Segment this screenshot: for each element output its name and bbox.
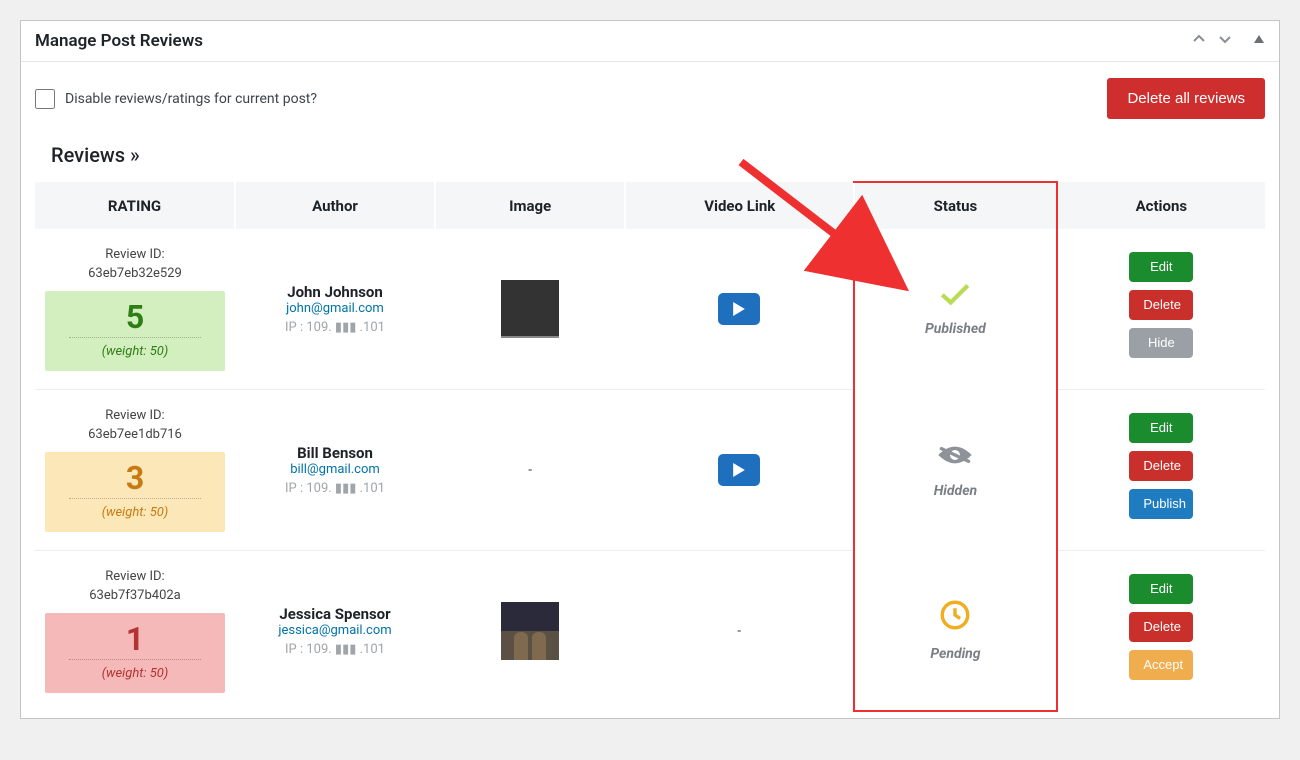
video-cell <box>625 229 854 390</box>
rating-weight: (weight: 50) <box>45 666 225 681</box>
review-id-value: 63eb7f37b402a <box>43 588 227 603</box>
status-cell: Pending <box>854 551 1057 712</box>
image-cell <box>435 229 625 390</box>
rating-weight: (weight: 50) <box>45 344 225 359</box>
panel-body: Disable reviews/ratings for current post… <box>21 62 1279 718</box>
rating-box: 1 (weight: 50) <box>45 613 225 693</box>
edit-button[interactable]: Edit <box>1129 574 1193 604</box>
rating-score: 3 <box>45 462 225 494</box>
col-status: Status <box>854 182 1057 229</box>
triangle-up-icon[interactable] <box>1253 33 1265 49</box>
video-play-button[interactable] <box>718 454 760 486</box>
delete-button[interactable]: Delete <box>1129 612 1193 642</box>
disable-reviews-checkbox-row[interactable]: Disable reviews/ratings for current post… <box>35 89 317 109</box>
edit-button[interactable]: Edit <box>1129 252 1193 282</box>
status-cell: Published <box>854 229 1057 390</box>
disable-reviews-label: Disable reviews/ratings for current post… <box>65 91 317 107</box>
hide-button[interactable]: Hide <box>1129 328 1193 358</box>
author-email[interactable]: john@gmail.com <box>243 301 427 316</box>
rating-box: 5 (weight: 50) <box>45 291 225 371</box>
author-ip: IP : 109. ▮▮▮ .101 <box>243 320 427 335</box>
reviews-heading: Reviews » <box>51 143 1265 167</box>
rating-weight: (weight: 50) <box>45 505 225 520</box>
delete-button[interactable]: Delete <box>1129 290 1193 320</box>
rating-score: 1 <box>45 623 225 655</box>
review-id-label: Review ID: <box>43 569 227 584</box>
rating-score: 5 <box>45 301 225 333</box>
author-name: Jessica Spensor <box>243 605 427 623</box>
delete-all-reviews-button[interactable]: Delete all reviews <box>1107 78 1265 119</box>
author-ip: IP : 109. ▮▮▮ .101 <box>243 642 427 657</box>
image-cell <box>435 551 625 712</box>
accept-button[interactable]: Accept <box>1129 650 1193 680</box>
status-icon <box>938 598 972 636</box>
col-actions: Actions <box>1057 182 1265 229</box>
author-ip: IP : 109. ▮▮▮ .101 <box>243 481 427 496</box>
review-id-label: Review ID: <box>43 408 227 423</box>
video-play-button[interactable] <box>718 293 760 325</box>
review-id-label: Review ID: <box>43 247 227 262</box>
status-cell: Hidden <box>854 390 1057 551</box>
rating-box: 3 (weight: 50) <box>45 452 225 532</box>
status-label: Pending <box>930 646 980 662</box>
author-name: John Johnson <box>243 283 427 301</box>
panel-title: Manage Post Reviews <box>35 31 203 51</box>
col-rating: RATING <box>35 182 235 229</box>
delete-button[interactable]: Delete <box>1129 451 1193 481</box>
author-email[interactable]: bill@gmail.com <box>243 462 427 477</box>
review-image-thumb[interactable] <box>501 280 559 338</box>
review-id-value: 63eb7ee1db716 <box>43 427 227 442</box>
chevron-down-icon[interactable] <box>1217 31 1233 51</box>
edit-button[interactable]: Edit <box>1129 413 1193 443</box>
video-cell: - <box>625 551 854 712</box>
publish-button[interactable]: Publish <box>1129 489 1193 519</box>
review-id-value: 63eb7eb32e529 <box>43 266 227 281</box>
chevron-up-icon[interactable] <box>1191 31 1207 51</box>
image-cell: - <box>435 390 625 551</box>
status-icon <box>935 441 975 473</box>
table-row: Review ID: 63eb7eb32e529 5 (weight: 50) … <box>35 229 1265 390</box>
status-label: Hidden <box>934 483 977 499</box>
video-cell <box>625 390 854 551</box>
col-author: Author <box>235 182 435 229</box>
col-image: Image <box>435 182 625 229</box>
reviews-table: RATING Author Image Video Link Status Ac… <box>35 181 1265 712</box>
table-row: Review ID: 63eb7ee1db716 3 (weight: 50) … <box>35 390 1265 551</box>
status-label: Published <box>925 321 986 337</box>
author-email[interactable]: jessica@gmail.com <box>243 623 427 638</box>
review-image-thumb[interactable] <box>501 602 559 660</box>
table-row: Review ID: 63eb7f37b402a 1 (weight: 50) … <box>35 551 1265 712</box>
author-name: Bill Benson <box>243 444 427 462</box>
status-icon <box>938 281 972 311</box>
disable-reviews-checkbox[interactable] <box>35 89 55 109</box>
reviews-panel: Manage Post Reviews Disable reviews/rati… <box>20 20 1280 719</box>
col-video: Video Link <box>625 182 854 229</box>
panel-header: Manage Post Reviews <box>21 21 1279 62</box>
